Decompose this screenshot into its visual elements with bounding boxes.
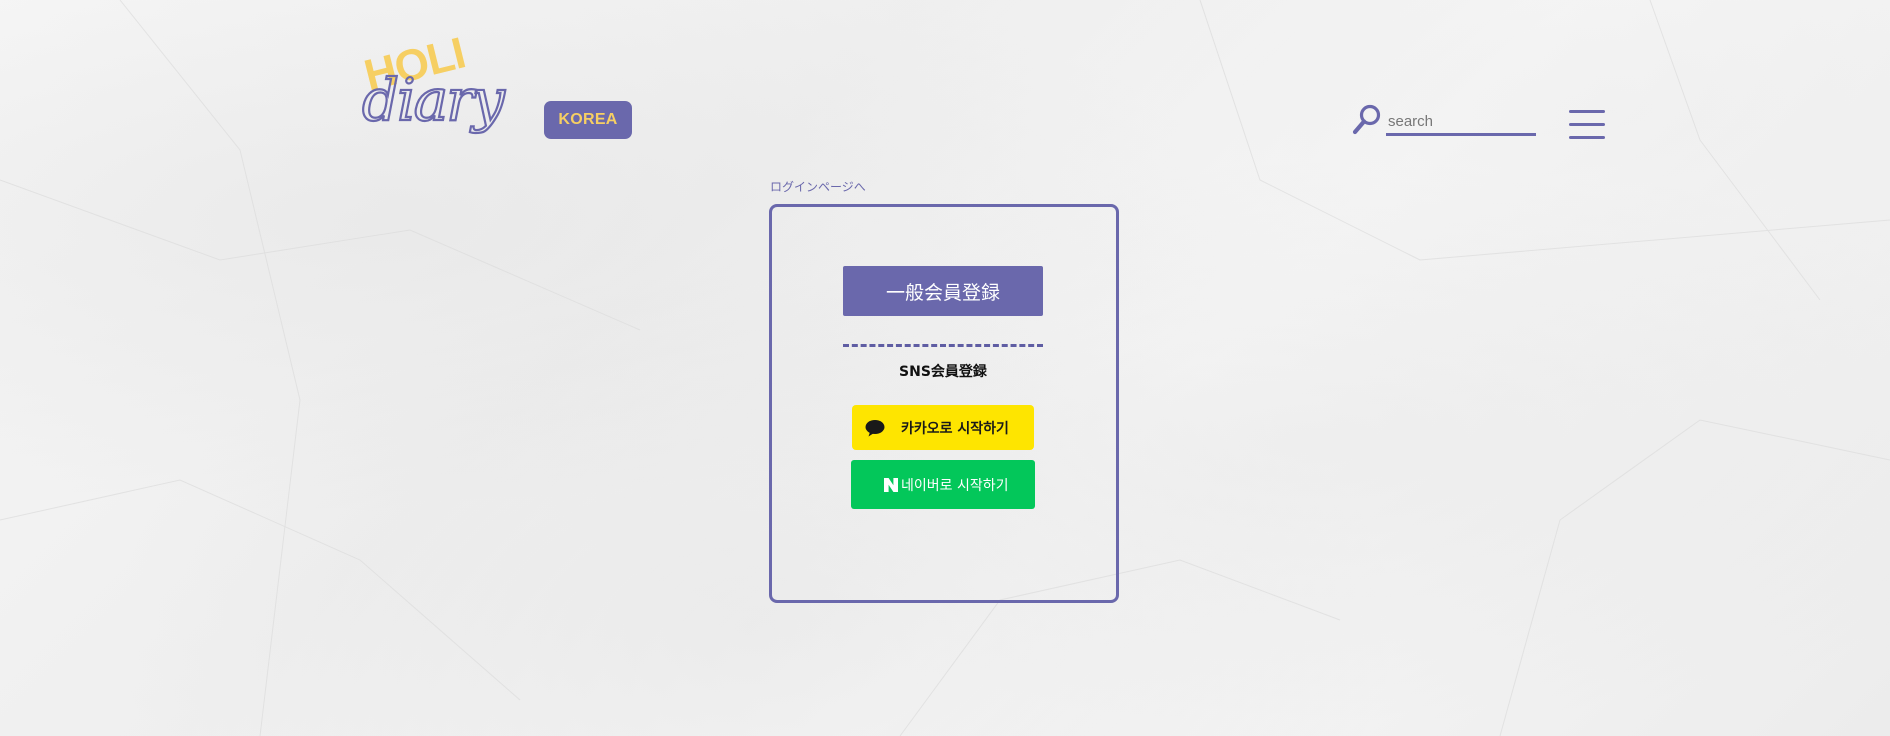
hamburger-menu-icon[interactable] (1569, 110, 1605, 140)
kakao-chat-icon (865, 419, 885, 436)
login-page-link[interactable]: ログインページへ (770, 178, 866, 195)
search-input[interactable] (1386, 110, 1536, 136)
kakao-button-label: 카카오로 시작하기 (901, 420, 1009, 437)
logo-diary-text: diary (362, 66, 506, 134)
general-signup-button[interactable]: 一般会員登録 (843, 266, 1043, 316)
dashed-divider (843, 344, 1043, 347)
search-bar (1352, 104, 1536, 136)
logo-mark: HOLI diary (360, 29, 509, 136)
search-icon[interactable] (1352, 104, 1382, 136)
kakao-login-button[interactable]: 카카오로 시작하기 (852, 405, 1034, 450)
naver-login-button[interactable]: 네이버로 시작하기 (851, 460, 1035, 509)
signup-card (769, 204, 1119, 603)
country-badge-korea[interactable]: KOREA (544, 101, 632, 139)
naver-n-icon (884, 477, 898, 492)
sns-signup-heading: SNS会員登録 (899, 364, 987, 380)
naver-button-label: 네이버로 시작하기 (901, 477, 1009, 494)
holidiary-logo[interactable]: HOLI diary (360, 29, 530, 142)
